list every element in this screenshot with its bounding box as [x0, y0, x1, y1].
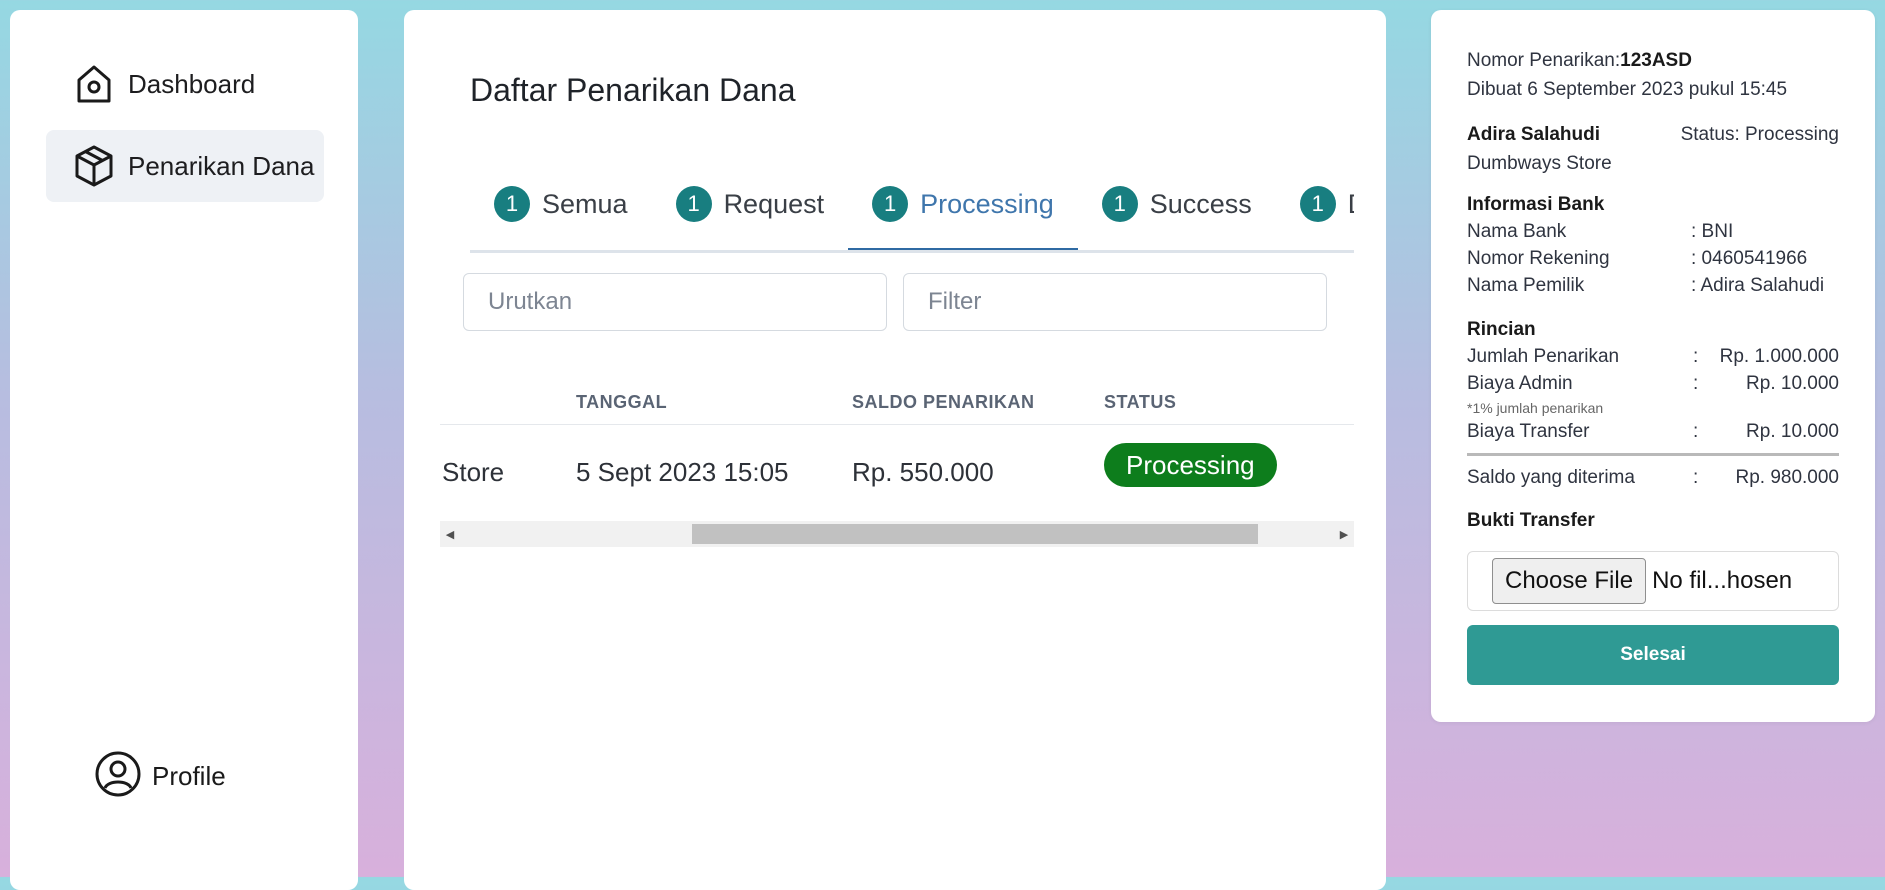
horizontal-scrollbar[interactable]: ◀ ▶ [440, 521, 1354, 547]
tab-processing[interactable]: 1 Processing [848, 160, 1078, 250]
sidebar-item-label: Dashboard [128, 68, 256, 99]
tab-semua[interactable]: 1 Semua [470, 160, 652, 248]
admin-fee-note: *1% jumlah penarikan [1467, 400, 1604, 416]
customer-name: Adira Salahudi [1467, 124, 1601, 145]
admin-fee-value: Rp. 10.000 [1746, 373, 1839, 394]
file-upload-input[interactable]: Choose File No fil...hosen [1467, 551, 1839, 611]
sidebar: Dashboard Penarikan Dana Profile [10, 10, 358, 890]
total-divider [1467, 453, 1839, 456]
cell-saldo: Rp. 550.000 [852, 457, 994, 487]
withdrawal-number: Nomor Penarikan:123ASD [1467, 50, 1692, 72]
tab-count-badge: 1 [675, 186, 712, 222]
column-header-saldo: SALDO PENARIKAN [852, 392, 1035, 412]
cell-store: Store [442, 457, 505, 487]
filter-select[interactable]: Filter [903, 273, 1327, 331]
tab-label: Request [723, 188, 825, 219]
sort-select[interactable]: Urutkan [463, 273, 887, 331]
transfer-fee-value: Rp. 10.000 [1746, 421, 1839, 442]
withdrawal-detail-panel: Nomor Penarikan:123ASD Dibuat 6 Septembe… [1431, 10, 1875, 722]
file-name-text: No fil...hosen [1652, 567, 1793, 594]
colon-separator: : [1693, 346, 1699, 367]
colon-separator: : [1693, 421, 1699, 442]
colon-separator: : [1693, 467, 1699, 488]
account-number-label: Nomor Rekening [1467, 248, 1610, 269]
sidebar-item-dashboard[interactable]: Dashboard [46, 48, 324, 120]
column-header-tanggal: TANGGAL [576, 392, 668, 412]
tab-count-badge: 1 [872, 186, 909, 222]
rincian-section-title: Rincian [1467, 319, 1536, 340]
home-icon [70, 60, 118, 108]
bank-name-value: : BNI [1691, 221, 1734, 242]
created-date: Dibuat 6 September 2023 pukul 15:45 [1467, 79, 1788, 100]
selesai-button[interactable]: Selesai [1467, 625, 1839, 685]
jumlah-label: Jumlah Penarikan [1467, 346, 1620, 367]
status-tabs: 1 Semua 1 Request 1 Processing 1 Success… [470, 160, 1354, 253]
tab-label: Semua [542, 188, 628, 219]
sidebar-item-profile[interactable]: Profile [94, 750, 226, 803]
tab-count-badge: 1 [1299, 186, 1336, 222]
sidebar-item-label: Penarikan Dana [128, 150, 315, 181]
received-value: Rp. 980.000 [1735, 467, 1839, 488]
bank-name-label: Nama Bank [1467, 221, 1567, 242]
tab-count-badge: 1 [494, 186, 530, 222]
received-label: Saldo yang diterima [1467, 467, 1635, 488]
jumlah-value: Rp. 1.000.000 [1719, 346, 1839, 367]
admin-fee-label: Biaya Admin [1467, 373, 1573, 394]
tab-label: Success [1149, 188, 1252, 219]
account-owner-label: Nama Pemilik [1467, 275, 1585, 296]
store-name: Dumbways Store [1467, 153, 1612, 174]
table-header: TANGGAL SALDO PENARIKAN STATUS [440, 370, 1354, 425]
scroll-left-icon[interactable]: ◀ [440, 521, 460, 547]
tab-count-badge: 1 [1101, 186, 1138, 222]
account-number-value: : 0460541966 [1691, 248, 1808, 269]
sidebar-item-penarikan-dana[interactable]: Penarikan Dana [46, 130, 324, 202]
colon-separator: : [1693, 373, 1699, 394]
cell-tanggal: 5 Sept 2023 15:05 [576, 457, 789, 487]
profile-label: Profile [152, 761, 226, 791]
scrollbar-thumb[interactable] [692, 524, 1258, 544]
withdrawal-number-label: Nomor Penarikan: [1467, 50, 1621, 71]
withdrawal-table: TANGGAL SALDO PENARIKAN STATUS Store 5 S… [440, 370, 1354, 547]
account-owner-value: : Adira Salahudi [1691, 275, 1825, 296]
tab-request[interactable]: 1 Request [652, 160, 849, 248]
column-header-status: STATUS [1104, 392, 1177, 412]
main-panel: Daftar Penarikan Dana 1 Semua 1 Request … [404, 10, 1386, 890]
user-circle-icon [94, 750, 142, 803]
tab-declined[interactable]: 1 De [1276, 160, 1354, 248]
tab-success[interactable]: 1 Success [1078, 160, 1276, 248]
bukti-transfer-label: Bukti Transfer [1467, 510, 1595, 531]
table-row[interactable]: Store 5 Sept 2023 15:05 Rp. 550.000 Proc… [440, 425, 1354, 521]
tab-label: Processing [920, 188, 1054, 219]
status-badge: Processing [1104, 443, 1277, 487]
scroll-right-icon[interactable]: ▶ [1334, 521, 1354, 547]
withdrawal-number-value: 123ASD [1620, 50, 1692, 71]
page-title: Daftar Penarikan Dana [470, 72, 796, 108]
choose-file-button[interactable]: Choose File [1492, 558, 1647, 604]
transfer-fee-label: Biaya Transfer [1467, 421, 1590, 442]
package-icon [70, 142, 118, 190]
bank-section-title: Informasi Bank [1467, 194, 1605, 215]
status-text: Status: Processing [1680, 124, 1839, 145]
tab-label: De [1348, 189, 1354, 220]
